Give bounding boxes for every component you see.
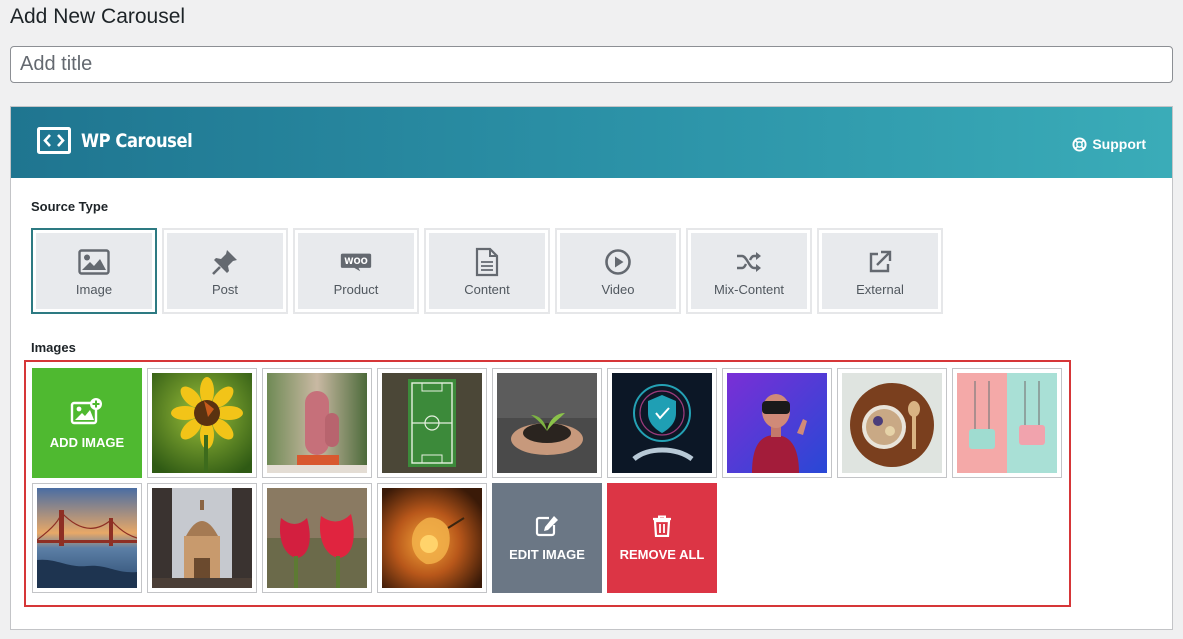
page-title: Add New Carousel xyxy=(10,5,186,28)
document-icon xyxy=(471,246,503,278)
hands-seedling-image xyxy=(497,373,597,473)
edit-image-button[interactable]: EDIT IMAGE xyxy=(492,483,602,593)
shuffle-icon xyxy=(733,246,765,278)
images-label: Images xyxy=(31,340,76,355)
image-thumbnail[interactable] xyxy=(262,368,372,478)
image-thumbnail[interactable] xyxy=(837,368,947,478)
source-option-post[interactable]: Post xyxy=(162,228,288,314)
source-option-label: Image xyxy=(75,281,113,297)
source-option-label: External xyxy=(856,281,904,297)
soccer-field-image xyxy=(382,373,482,473)
image-thumbnail[interactable] xyxy=(147,483,257,593)
lifebuoy-icon xyxy=(1072,136,1087,152)
svg-text:WOO: WOO xyxy=(344,256,368,266)
source-option-video[interactable]: Video xyxy=(555,228,681,314)
title-input[interactable] xyxy=(10,46,1173,83)
domed-building-image xyxy=(152,488,252,588)
external-link-icon xyxy=(864,246,896,278)
remove-all-button[interactable]: REMOVE ALL xyxy=(607,483,717,593)
image-thumbnail[interactable] xyxy=(147,368,257,478)
add-image-label: ADD IMAGE xyxy=(49,434,125,450)
golden-gate-image xyxy=(36,488,138,588)
trash-icon xyxy=(653,515,671,537)
source-option-mix-content[interactable]: Mix-Content xyxy=(686,228,812,314)
panel-header: WP Carousel Support xyxy=(11,107,1172,178)
edit-icon xyxy=(535,515,558,536)
image-thumbnail[interactable] xyxy=(377,483,487,593)
pin-icon xyxy=(209,246,241,278)
woo-icon: WOO xyxy=(340,246,372,278)
images-gallery: ADD IMAGE EDIT IMAGE REMOVE ALL xyxy=(24,360,1071,607)
handbags-image xyxy=(957,373,1057,473)
source-option-label: Mix-Content xyxy=(713,281,785,297)
image-thumbnail[interactable] xyxy=(952,368,1062,478)
code-brackets-icon xyxy=(37,127,71,154)
source-option-content[interactable]: Content xyxy=(424,228,550,314)
cactus-image xyxy=(267,373,367,473)
image-thumbnail[interactable] xyxy=(492,368,602,478)
image-thumbnail[interactable] xyxy=(262,483,372,593)
security-shield-image xyxy=(612,373,712,473)
sunflower-image xyxy=(152,373,252,473)
add-image-icon xyxy=(70,397,102,424)
support-link[interactable]: Support xyxy=(1072,136,1146,152)
wp-carousel-panel: WP Carousel Support Source Type Image Po… xyxy=(10,106,1173,630)
image-thumbnail[interactable] xyxy=(607,368,717,478)
image-thumbnail[interactable] xyxy=(32,483,142,593)
source-option-label: Video xyxy=(601,281,635,297)
source-option-product[interactable]: WOO Product xyxy=(293,228,419,314)
food-bowl-image xyxy=(842,373,942,473)
image-thumbnail[interactable] xyxy=(722,368,832,478)
glowing-physalis-image xyxy=(382,488,482,588)
source-option-label: Content xyxy=(464,281,510,297)
source-type-label: Source Type xyxy=(31,199,109,214)
source-option-external[interactable]: External xyxy=(817,228,943,314)
source-type-options: Image Post WOO Product Content Video Mix… xyxy=(31,228,948,314)
source-option-label: Product xyxy=(333,281,379,297)
image-icon xyxy=(78,246,110,278)
source-option-image[interactable]: Image xyxy=(31,228,157,314)
brand-name: WP Carousel xyxy=(81,129,193,152)
remove-all-label: REMOVE ALL xyxy=(619,546,705,562)
red-tulips-image xyxy=(267,488,367,588)
edit-image-label: EDIT IMAGE xyxy=(509,546,585,562)
play-icon xyxy=(602,246,634,278)
support-label: Support xyxy=(1092,136,1146,152)
vr-headset-image xyxy=(727,373,827,473)
brand: WP Carousel xyxy=(37,127,210,154)
source-option-label: Post xyxy=(211,281,238,297)
image-thumbnail[interactable] xyxy=(377,368,487,478)
add-image-button[interactable]: ADD IMAGE xyxy=(32,368,142,478)
